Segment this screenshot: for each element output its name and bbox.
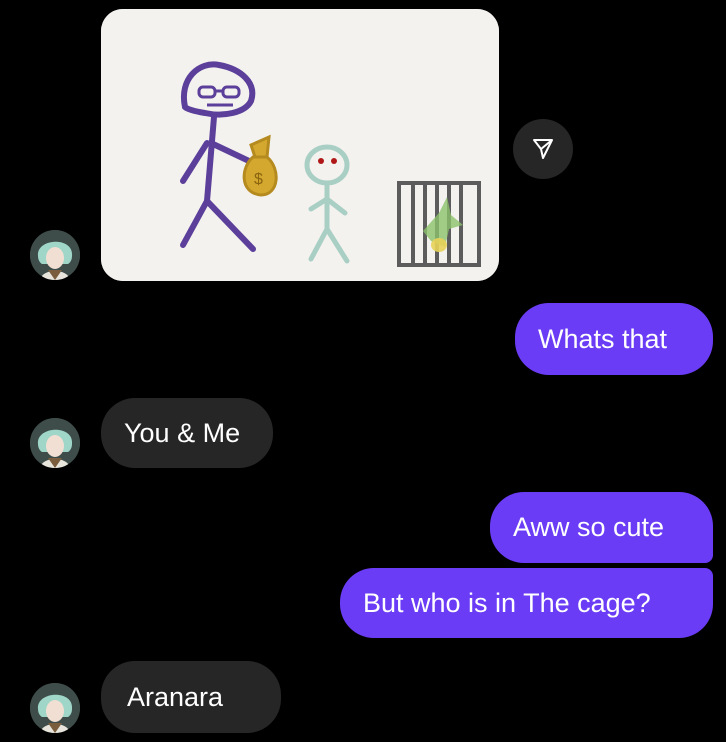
message-text: Aww so cute [513,512,665,542]
outgoing-message[interactable]: But who is in The cage? [340,568,713,638]
message-text: Aranara [127,681,224,712]
avatar[interactable] [30,418,80,468]
svg-text:$: $ [254,171,263,188]
avatar[interactable] [30,230,80,280]
incoming-message[interactable]: You & Me [101,398,273,468]
incoming-message[interactable]: Aranara [101,661,281,733]
message-text: But who is in The cage? [363,587,651,618]
anime-avatar [30,230,80,280]
message-text: Whats that [538,323,668,354]
stick-figure-drawing: $ [101,9,499,281]
share-button[interactable] [513,119,573,179]
paper-plane-icon [533,139,553,159]
outgoing-message[interactable]: Whats that [515,303,713,375]
shared-image[interactable]: $ [101,9,499,281]
message-text: You & Me [124,417,241,448]
anime-avatar [30,683,80,733]
avatar[interactable] [30,683,80,733]
anime-avatar [30,418,80,468]
outgoing-message[interactable]: Aww so cute [490,492,713,563]
